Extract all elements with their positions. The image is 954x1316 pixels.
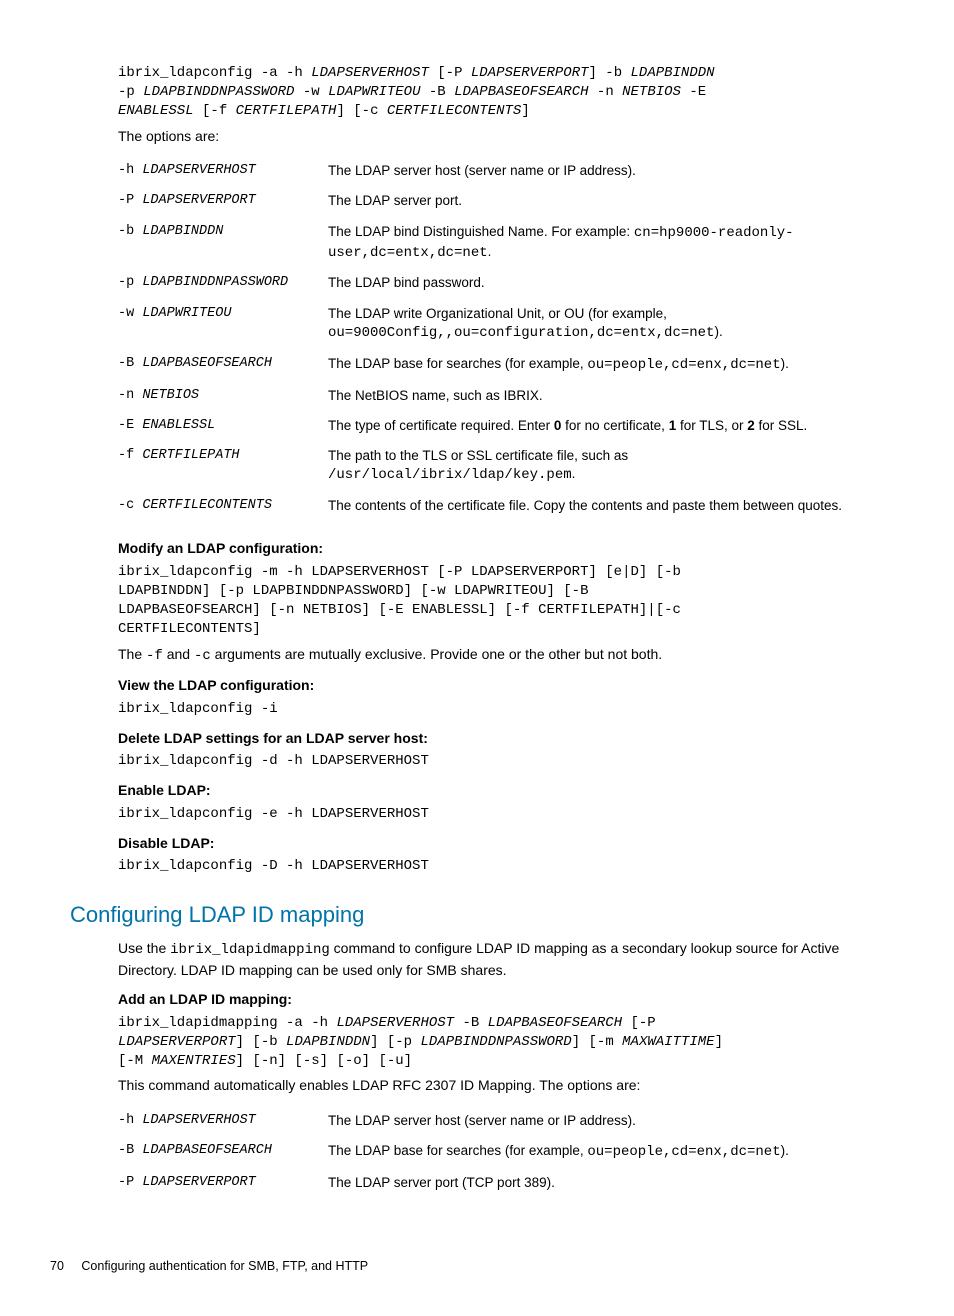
- table-row: -B LDAPBASEOFSEARCHThe LDAP base for sea…: [118, 1136, 884, 1168]
- table-row: -P LDAPSERVERPORTThe LDAP server port.: [118, 186, 884, 216]
- option-description: The LDAP bind Distinguished Name. For ex…: [328, 217, 884, 269]
- disable-heading: Disable LDAP:: [118, 834, 884, 854]
- option-flag: -f CERTFILEPATH: [118, 441, 328, 491]
- add-idmap-command: ibrix_ldapidmapping -a -h LDAPSERVERHOST…: [118, 1014, 884, 1071]
- add-idmap-heading: Add an LDAP ID mapping:: [118, 990, 884, 1010]
- disable-command: ibrix_ldapconfig -D -h LDAPSERVERHOST: [118, 857, 884, 876]
- table-row: -c CERTFILECONTENTSThe contents of the c…: [118, 491, 884, 521]
- table-row: -p LDAPBINDDNPASSWORDThe LDAP bind passw…: [118, 268, 884, 298]
- view-heading: View the LDAP configuration:: [118, 676, 884, 696]
- options-table-1: -h LDAPSERVERHOSTThe LDAP server host (s…: [118, 156, 884, 521]
- option-flag: -E ENABLESSL: [118, 411, 328, 441]
- option-description: The NetBIOS name, such as IBRIX.: [328, 381, 884, 411]
- table-row: -b LDAPBINDDNThe LDAP bind Distinguished…: [118, 217, 884, 269]
- option-description: The LDAP server host (server name or IP …: [328, 1106, 884, 1136]
- option-flag: -B LDAPBASEOFSEARCH: [118, 1136, 328, 1168]
- table-row: -w LDAPWRITEOUThe LDAP write Organizatio…: [118, 299, 884, 349]
- option-description: The LDAP base for searches (for example,…: [328, 1136, 884, 1168]
- option-description: The LDAP base for searches (for example,…: [328, 349, 884, 381]
- table-row: -P LDAPSERVERPORTThe LDAP server port (T…: [118, 1168, 884, 1198]
- option-description: The LDAP server host (server name or IP …: [328, 156, 884, 186]
- option-flag: -n NETBIOS: [118, 381, 328, 411]
- option-description: The LDAP write Organizational Unit, or O…: [328, 299, 884, 349]
- option-flag: -h LDAPSERVERHOST: [118, 156, 328, 186]
- modify-command: ibrix_ldapconfig -m -h LDAPSERVERHOST [-…: [118, 563, 884, 639]
- delete-heading: Delete LDAP settings for an LDAP server …: [118, 729, 884, 749]
- enable-command: ibrix_ldapconfig -e -h LDAPSERVERHOST: [118, 805, 884, 824]
- option-description: The LDAP server port (TCP port 389).: [328, 1168, 884, 1198]
- option-description: The type of certificate required. Enter …: [328, 411, 884, 441]
- table-row: -n NETBIOSThe NetBIOS name, such as IBRI…: [118, 381, 884, 411]
- page-footer: 70 Configuring authentication for SMB, F…: [50, 1258, 884, 1276]
- view-command: ibrix_ldapconfig -i: [118, 700, 884, 719]
- page-number: 70: [50, 1259, 64, 1273]
- enable-heading: Enable LDAP:: [118, 781, 884, 801]
- idmap-intro: Use the ibrix_ldapidmapping command to c…: [118, 939, 884, 980]
- option-flag: -h LDAPSERVERHOST: [118, 1106, 328, 1136]
- option-flag: -p LDAPBINDDNPASSWORD: [118, 268, 328, 298]
- syntax-add-ldap: ibrix_ldapconfig -a -h LDAPSERVERHOST [-…: [118, 64, 884, 121]
- section-heading-ldap-id-mapping: Configuring LDAP ID mapping: [70, 900, 884, 931]
- footer-chapter-title: Configuring authentication for SMB, FTP,…: [81, 1259, 368, 1273]
- options-table-2: -h LDAPSERVERHOSTThe LDAP server host (s…: [118, 1106, 884, 1198]
- modify-note: The -f and -c arguments are mutually exc…: [118, 645, 884, 667]
- options-intro: The options are:: [118, 127, 884, 147]
- table-row: -B LDAPBASEOFSEARCHThe LDAP base for sea…: [118, 349, 884, 381]
- option-flag: -w LDAPWRITEOU: [118, 299, 328, 349]
- table-row: -h LDAPSERVERHOSTThe LDAP server host (s…: [118, 156, 884, 186]
- option-description: The LDAP server port.: [328, 186, 884, 216]
- option-flag: -B LDAPBASEOFSEARCH: [118, 349, 328, 381]
- table-row: -f CERTFILEPATHThe path to the TLS or SS…: [118, 441, 884, 491]
- table-row: -h LDAPSERVERHOSTThe LDAP server host (s…: [118, 1106, 884, 1136]
- option-flag: -P LDAPSERVERPORT: [118, 186, 328, 216]
- modify-heading: Modify an LDAP configuration:: [118, 539, 884, 559]
- delete-command: ibrix_ldapconfig -d -h LDAPSERVERHOST: [118, 752, 884, 771]
- option-description: The contents of the certificate file. Co…: [328, 491, 884, 521]
- option-description: The LDAP bind password.: [328, 268, 884, 298]
- add-idmap-note: This command automatically enables LDAP …: [118, 1076, 884, 1096]
- option-flag: -c CERTFILECONTENTS: [118, 491, 328, 521]
- table-row: -E ENABLESSLThe type of certificate requ…: [118, 411, 884, 441]
- option-description: The path to the TLS or SSL certificate f…: [328, 441, 884, 491]
- option-flag: -b LDAPBINDDN: [118, 217, 328, 269]
- option-flag: -P LDAPSERVERPORT: [118, 1168, 328, 1198]
